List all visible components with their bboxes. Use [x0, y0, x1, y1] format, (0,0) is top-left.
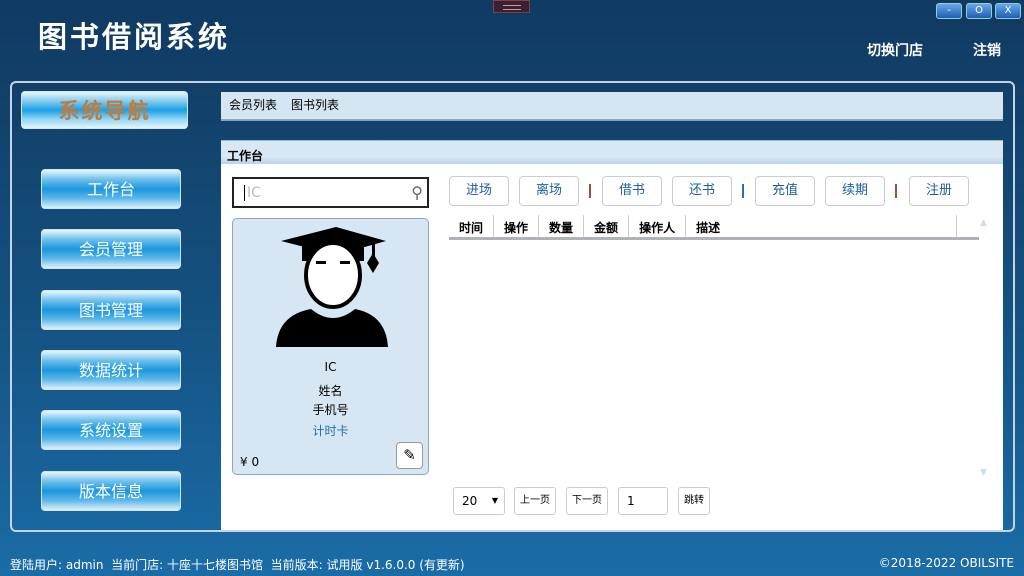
version-label: 当前版本:: [270, 558, 323, 572]
scrollbar[interactable]: ▲ ▼: [980, 218, 992, 478]
student-avatar-icon: [275, 227, 388, 347]
register-button[interactable]: 注册: [909, 176, 969, 206]
ic-search-input[interactable]: IC ⚲: [232, 177, 429, 208]
divider: [589, 184, 591, 198]
search-icon[interactable]: ⚲: [411, 183, 423, 202]
divider: [742, 184, 744, 198]
copyright: ©2018-2022 OBILSITE: [878, 556, 1014, 570]
user-label: 登陆用户:: [10, 558, 63, 572]
renew-button[interactable]: 续期: [825, 176, 885, 206]
nav-statistics[interactable]: 数据统计: [41, 350, 181, 390]
tab-bar: 会员列表 图书列表: [221, 92, 1003, 121]
return-button[interactable]: 还书: [672, 176, 732, 206]
col-action[interactable]: 操作: [494, 215, 540, 237]
enter-button[interactable]: 进场: [449, 176, 509, 206]
nav-workbench[interactable]: 工作台: [41, 169, 181, 209]
minimize-button[interactable]: -: [936, 3, 962, 19]
logout-link[interactable]: 注销: [973, 40, 1001, 60]
nav-settings[interactable]: 系统设置: [41, 410, 181, 450]
search-placeholder: IC: [244, 185, 261, 201]
nav-books[interactable]: 图书管理: [41, 290, 181, 330]
col-time[interactable]: 时间: [449, 215, 495, 237]
version-value[interactable]: 试用版 v1.6.0.0 (有更新): [327, 558, 465, 572]
status-bar: 登陆用户: admin 当前门店: 十座十七楼图书馆 当前版本: 试用版 v1.…: [10, 556, 465, 573]
close-button[interactable]: X: [995, 3, 1021, 19]
drag-handle[interactable]: [493, 0, 530, 13]
nav-header: 系统导航: [21, 91, 188, 129]
divider: [895, 184, 897, 198]
leave-button[interactable]: 离场: [519, 176, 579, 206]
jump-button[interactable]: 跳转: [678, 487, 710, 515]
user-value: admin: [65, 558, 104, 572]
maximize-button[interactable]: O: [966, 3, 992, 19]
page-size-value: 20: [462, 494, 478, 508]
next-page-button[interactable]: 下一页: [566, 487, 608, 515]
recharge-button[interactable]: 充值: [755, 176, 815, 206]
member-card-type: 计时卡: [312, 424, 349, 438]
nav-members[interactable]: 会员管理: [41, 229, 181, 269]
member-phone: 手机号: [312, 403, 349, 417]
workspace-title: 工作台: [221, 140, 1003, 164]
member-card: IC 姓名 手机号 计时卡 ¥ 0 ✎: [232, 218, 429, 475]
prev-page-button[interactable]: 上一页: [514, 487, 556, 515]
col-amount[interactable]: 金额: [584, 215, 630, 237]
col-quantity[interactable]: 数量: [539, 215, 585, 237]
store-value: 十座十七楼图书馆: [167, 558, 264, 572]
col-operator[interactable]: 操作人: [629, 215, 687, 237]
member-ic: IC: [324, 360, 337, 374]
member-name: 姓名: [318, 384, 343, 398]
col-description[interactable]: 描述: [686, 215, 957, 237]
nav-version[interactable]: 版本信息: [41, 471, 181, 511]
switch-store-link[interactable]: 切换门店: [867, 40, 923, 60]
log-table-header: 时间 操作 数量 金额 操作人 描述: [449, 215, 979, 240]
tab-book-list[interactable]: 图书列表: [291, 98, 339, 112]
borrow-button[interactable]: 借书: [602, 176, 662, 206]
workspace: 工作台 IC ⚲ IC 姓名 手机号 计时卡 ¥ 0 ✎ 进场 离场 借书 还书 …: [221, 140, 1003, 530]
edit-icon[interactable]: ✎: [396, 442, 423, 469]
app-title: 图书借阅系统: [38, 20, 231, 54]
page-size-select[interactable]: 20 ▼: [453, 487, 505, 515]
page-number-input[interactable]: 1: [618, 487, 668, 515]
store-label: 当前门店:: [111, 558, 164, 572]
tab-member-list[interactable]: 会员列表: [229, 98, 277, 112]
member-balance: ¥ 0: [240, 455, 260, 469]
